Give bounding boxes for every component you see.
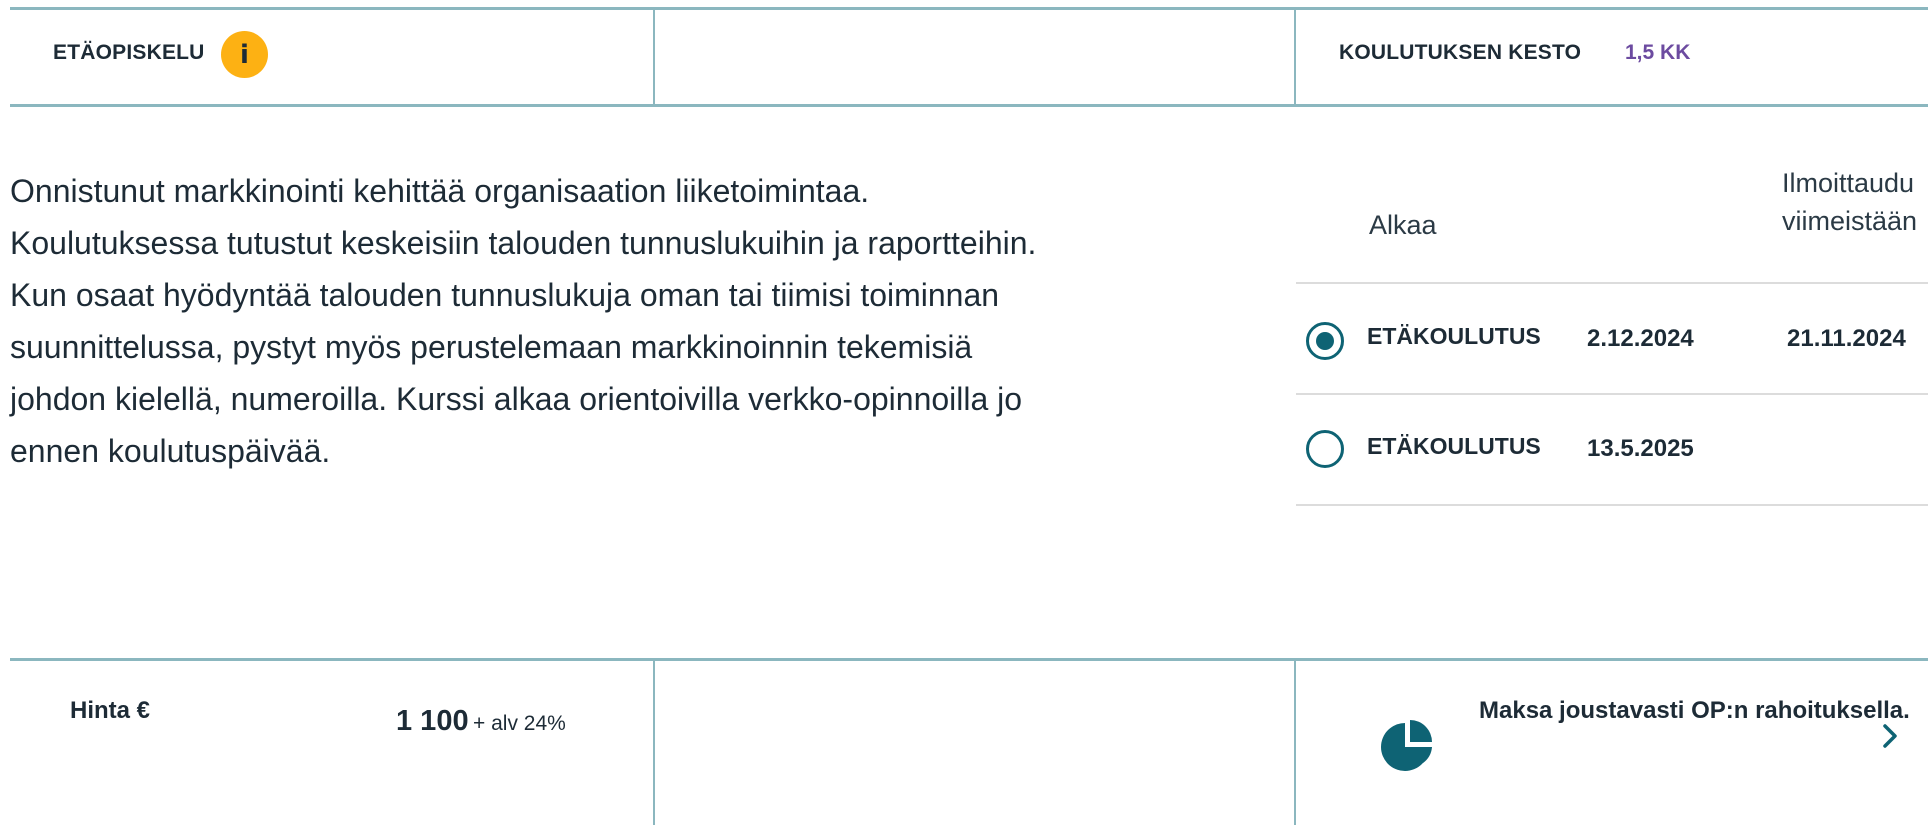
register-header-line1: Ilmoittaudu — [1782, 168, 1915, 198]
price-amount: 1 100 — [396, 705, 469, 737]
duration-value: 1,5 KK — [1625, 41, 1691, 64]
bottom-bar-top-border — [10, 658, 1928, 661]
description-line: Kun osaat hyödyntää talouden tunnuslukuj… — [10, 277, 1000, 313]
top-bar-bottom-border — [10, 104, 1928, 107]
bottom-divider-2 — [1294, 660, 1296, 825]
bottom-divider-1 — [653, 660, 655, 825]
radio-unselected[interactable] — [1306, 430, 1344, 468]
schedule-divider — [1296, 504, 1928, 506]
course-description: Onnistunut markkinointi kehittää organis… — [10, 165, 1210, 477]
schedule-header-register: Ilmoittaudu viimeistään — [1782, 164, 1917, 240]
description-line: johdon kielellä, numeroilla. Kurssi alka… — [10, 381, 1023, 417]
chevron-right-icon — [1883, 724, 1897, 748]
info-icon[interactable]: i — [221, 31, 268, 78]
row-type: ETÄKOULUTUS — [1367, 323, 1541, 349]
price: 1 100 + alv 24% — [396, 705, 566, 738]
pie-chart-icon — [1381, 720, 1432, 771]
row-start-date: 13.5.2025 — [1587, 435, 1694, 462]
register-header-line2: viimeistään — [1782, 206, 1918, 236]
radio-selected[interactable] — [1306, 322, 1344, 360]
schedule-divider — [1296, 393, 1928, 395]
financing-text: Maksa joustavasti OP:n rahoituksella. — [1479, 697, 1910, 724]
schedule-divider — [1296, 282, 1928, 284]
price-label: Hinta € — [70, 697, 151, 724]
row-deadline: 21.11.2024 — [1787, 325, 1906, 352]
radio-dot — [1316, 332, 1334, 350]
schedule-header-starts: Alkaa — [1369, 210, 1437, 240]
info-icon-glyph: i — [240, 39, 249, 70]
description-line: Onnistunut markkinointi kehittää organis… — [10, 173, 870, 209]
top-border — [10, 7, 1928, 10]
price-vat: + alv 24% — [473, 712, 566, 735]
description-line: suunnittelussa, pystyt myös perustelemaa… — [10, 329, 973, 365]
duration-label: KOULUTUKSEN KESTO — [1339, 41, 1582, 64]
top-divider-2 — [1294, 8, 1296, 106]
description-line: ennen koulutuspäivää. — [10, 433, 331, 469]
row-start-date: 2.12.2024 — [1587, 325, 1694, 352]
row-type: ETÄKOULUTUS — [1367, 433, 1541, 459]
description-line: Koulutuksessa tutustut keskeisiin taloud… — [10, 225, 1037, 261]
study-mode-label: ETÄOPISKELU — [53, 41, 205, 64]
top-divider-1 — [653, 8, 655, 106]
